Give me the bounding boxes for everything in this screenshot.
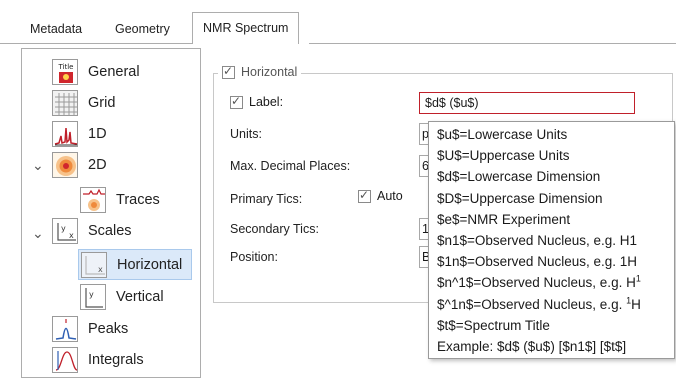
tree-item-horizontal[interactable]: x Horizontal <box>78 249 192 280</box>
svg-text:y: y <box>89 290 94 299</box>
popup-item: $^1n$=Observed Nucleus, e.g. 1H <box>437 294 666 315</box>
primary-auto-toggle[interactable]: ✓ Auto <box>358 187 403 203</box>
popup-item: $e$=NMR Experiment <box>437 211 571 227</box>
tree-item-1d[interactable]: 1D <box>52 119 107 149</box>
horizontal-scale-icon: x <box>81 251 107 278</box>
svg-text:x: x <box>98 265 103 274</box>
tree-item-label: Traces <box>116 192 160 208</box>
popup-item-text: $n^1$=Observed Nucleus, e.g. H <box>437 275 636 291</box>
chevron-down-icon[interactable]: ⌄ <box>32 157 44 174</box>
decimals-label: Max. Decimal Places: <box>230 159 351 173</box>
popup-item: $t$=Spectrum Title <box>437 317 550 333</box>
popup-item: Example: $d$ ($u$) [$n1$] [$t$] <box>437 338 627 354</box>
label-placeholder-tooltip: $u$=Lowercase Units $U$=Uppercase Units … <box>428 121 675 359</box>
auto-label: Auto <box>377 189 403 203</box>
tree-item-label: Scales <box>88 223 132 239</box>
popup-item: $u$=Lowercase Units <box>437 127 568 142</box>
tree-item-peaks[interactable]: Peaks <box>52 314 128 344</box>
tree-item-label: Horizontal <box>117 256 183 273</box>
svg-text:y: y <box>61 224 66 233</box>
integrals-icon <box>52 347 78 373</box>
popup-item: $n^1$=Observed Nucleus, e.g. H1 <box>437 272 666 293</box>
popup-item: $1n$=Observed Nucleus, e.g. 1H <box>437 254 637 270</box>
check-icon: ✓ <box>231 93 242 108</box>
popup-item: $U$=Uppercase Units <box>437 148 570 164</box>
scales-icon: yx <box>52 218 78 244</box>
tree-item-label: Vertical <box>116 289 164 305</box>
tree-item-label: 2D <box>88 157 107 173</box>
horizontal-checkbox[interactable]: ✓ <box>222 63 235 79</box>
svg-text:Title: Title <box>57 63 73 71</box>
horizontal-group-toggle[interactable]: ✓ Horizontal <box>218 63 302 79</box>
spectrum-1d-icon <box>52 121 78 147</box>
popup-item-text: $^1n$=Observed Nucleus, e.g. <box>437 296 627 312</box>
tree-item-label: Grid <box>88 95 116 111</box>
title-icon: Title <box>52 59 78 85</box>
primary-auto-checkbox[interactable]: ✓ <box>358 187 371 203</box>
tree-item-integrals[interactable]: Integrals <box>52 345 144 375</box>
vertical-scale-icon: y <box>80 284 106 310</box>
chevron-down-icon[interactable]: ⌄ <box>32 225 44 242</box>
tree-item-general[interactable]: Title General <box>52 57 140 87</box>
popup-item-text: H <box>631 296 641 312</box>
peaks-icon <box>52 316 78 342</box>
tree-item-scales[interactable]: yx Scales <box>52 216 132 246</box>
tree-item-2d[interactable]: 2D <box>52 150 107 180</box>
label-caption: Label: <box>249 95 284 109</box>
spectrum-2d-icon <box>52 152 78 178</box>
secondary-tics-label: Secondary Tics: <box>230 222 319 236</box>
traces-icon <box>80 187 106 213</box>
group-title: Horizontal <box>241 65 298 79</box>
label-checkbox[interactable]: ✓ <box>230 93 243 109</box>
tree-item-label: General <box>88 64 140 80</box>
popup-item: $n1$=Observed Nucleus, e.g. H1 <box>437 232 637 248</box>
tree-item-label: 1D <box>88 126 107 142</box>
popup-item: $d$=Lowercase Dimension <box>437 169 601 185</box>
popup-item-superscript: 1 <box>635 273 641 284</box>
label-toggle[interactable]: ✓ Label: <box>230 93 284 109</box>
label-input[interactable]: $d$ ($u$) <box>419 92 635 114</box>
svg-text:x: x <box>69 231 74 240</box>
tab-geometry[interactable]: Geometry <box>105 14 180 44</box>
popup-item: $D$=Uppercase Dimension <box>437 190 603 206</box>
primary-tics-label: Primary Tics: <box>230 192 303 206</box>
tab-nmr-spectrum[interactable]: NMR Spectrum <box>192 12 300 44</box>
tab-metadata[interactable]: Metadata <box>20 14 92 44</box>
position-label: Position: <box>230 250 278 264</box>
tree-item-traces[interactable]: Traces <box>80 185 160 215</box>
tab-bar-divider <box>0 43 192 44</box>
check-icon: ✓ <box>359 187 370 202</box>
tab-bar-divider <box>309 43 676 44</box>
grid-icon <box>52 90 78 116</box>
tree-item-label: Peaks <box>88 321 129 337</box>
tree-item-vertical[interactable]: y Vertical <box>80 282 164 312</box>
check-icon: ✓ <box>223 63 234 78</box>
units-label: Units: <box>230 127 262 141</box>
tree-item-label: Integrals <box>88 352 144 368</box>
tree-item-grid[interactable]: Grid <box>52 88 115 118</box>
